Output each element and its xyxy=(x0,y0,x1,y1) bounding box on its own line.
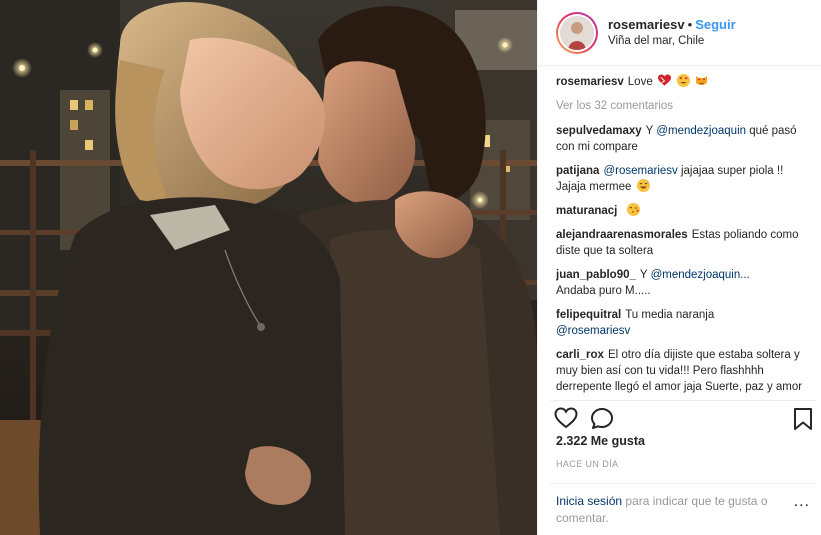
caption: rosemariesv Love xyxy=(556,74,814,90)
likes-count[interactable]: 2.322 Me gusta xyxy=(556,434,645,448)
comment-item: alejandraarenasmorales Estas poliando com… xyxy=(556,227,814,259)
login-prompt: Inicia sesión para indicar que te gusta … xyxy=(550,483,816,527)
comments-list: rosemariesv Love Ver los 32 comentarios s… xyxy=(556,74,814,396)
comment-username[interactable]: carli_rox xyxy=(556,349,604,361)
heart-eyes-icon xyxy=(677,74,691,87)
post-username[interactable]: rosemariesv xyxy=(608,17,685,32)
post-header: rosemariesv • Seguir Viña del mar, Chile xyxy=(538,0,821,66)
kissing-heart-icon xyxy=(626,203,640,216)
comment-username[interactable]: sepulvedamaxy xyxy=(556,125,642,137)
sweat-smile-icon xyxy=(636,179,650,192)
comment-text: Y xyxy=(645,125,654,137)
login-link[interactable]: Inicia sesión xyxy=(556,494,622,508)
bookmark-icon[interactable] xyxy=(793,407,813,431)
caption-text: Love xyxy=(627,76,653,88)
comment-text: Tu media naranja xyxy=(625,309,715,321)
comment-item: maturanacj xyxy=(556,203,814,219)
post-photo[interactable] xyxy=(0,0,537,535)
comment-item: carli_rox El otro día dijiste que estaba … xyxy=(556,347,814,396)
comment-text: Andaba puro M..... xyxy=(556,285,651,297)
hand-icon xyxy=(576,395,589,396)
cat-heart-eyes-icon xyxy=(695,74,708,87)
follow-button[interactable]: Seguir xyxy=(695,17,735,32)
comment-username[interactable]: juan_pablo90_ xyxy=(556,269,636,281)
comment-mention[interactable]: @mendezjoaquin... xyxy=(651,269,750,281)
comment-item: juan_pablo90_ Y @mendezjoaquin... Andaba p… xyxy=(556,267,814,299)
view-all-comments-link[interactable]: Ver los 32 comentarios xyxy=(556,98,814,114)
comment-text: Y xyxy=(639,269,648,281)
photo-illustration xyxy=(0,0,537,535)
like-heart-icon[interactable] xyxy=(554,407,578,429)
more-options-button[interactable]: ... xyxy=(794,494,810,510)
comment-item: patijana @rosemariesv jajajaa super piola… xyxy=(556,163,814,195)
person-icon xyxy=(558,395,571,396)
heart-icon xyxy=(657,74,672,87)
comment-item: felipequitral Tu media naranja @rosemaries… xyxy=(556,307,814,339)
comment-username[interactable]: alejandraarenasmorales xyxy=(556,229,688,241)
post-location[interactable]: Viña del mar, Chile xyxy=(608,33,736,50)
post-sidebar: rosemariesv • Seguir Viña del mar, Chile r… xyxy=(537,0,821,535)
comment-mention[interactable]: @mendezjoaquin xyxy=(656,125,746,137)
comment-username[interactable]: maturanacj xyxy=(556,205,617,217)
post-date: HACE UN DÍA xyxy=(556,459,619,469)
comment-username[interactable]: patijana xyxy=(556,165,599,177)
comment-bubble-icon[interactable] xyxy=(590,407,614,431)
action-bar xyxy=(550,400,816,434)
comment-mention[interactable]: @rosemariesv xyxy=(603,165,677,177)
caption-username[interactable]: rosemariesv xyxy=(556,76,624,88)
comment-item: sepulvedamaxy Y @mendezjoaquin qué pasó c… xyxy=(556,123,814,155)
comment-mention[interactable]: @rosemariesv xyxy=(556,325,630,337)
avatar-image xyxy=(560,15,594,50)
separator-dot: • xyxy=(687,16,693,32)
avatar[interactable] xyxy=(556,11,598,54)
comment-username[interactable]: felipequitral xyxy=(556,309,621,321)
post-window: rosemariesv • Seguir Viña del mar, Chile r… xyxy=(0,0,821,535)
